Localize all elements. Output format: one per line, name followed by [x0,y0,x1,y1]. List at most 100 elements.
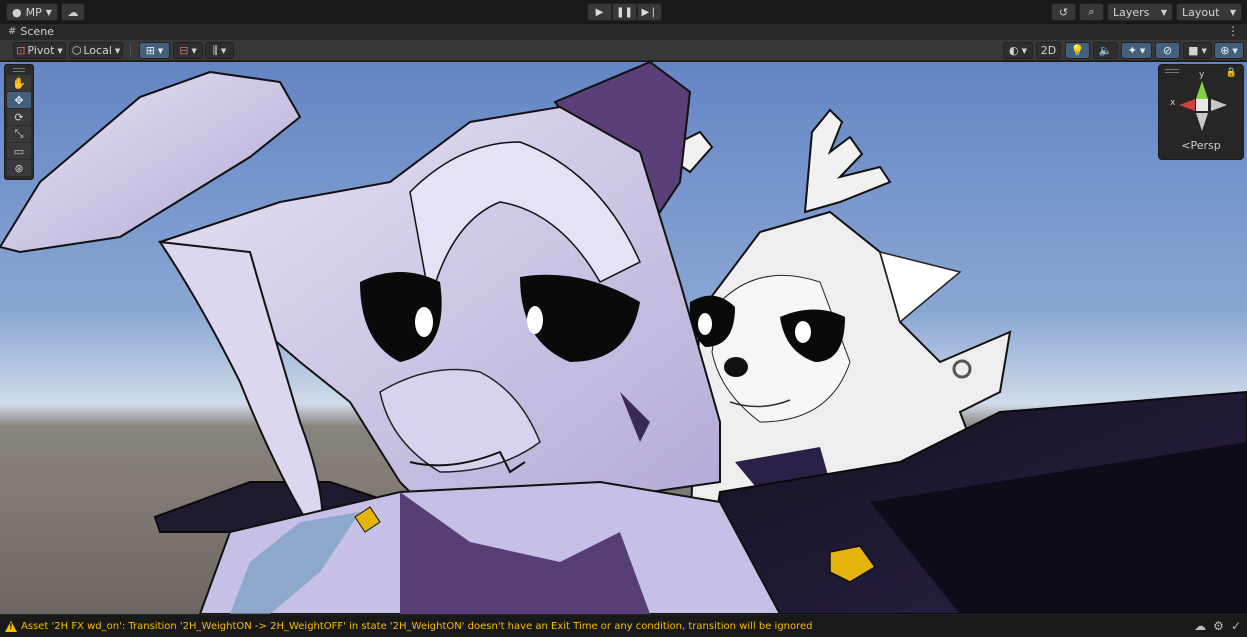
scale-tool[interactable]: ⤡ [7,126,31,142]
step-icon: ▶❘ [641,6,658,18]
scale-icon: ⤡ [14,127,24,140]
draw-mode-button[interactable]: ◐ ▼ [1003,42,1033,59]
grid-icon: # [8,26,17,37]
persp-toggle[interactable]: <Persp [1159,139,1243,152]
lightbulb-icon: 💡 [1070,44,1085,57]
y-axis-cone[interactable] [1196,81,1208,99]
mode-2d-button[interactable]: 2D [1036,42,1061,59]
layout-dropdown[interactable]: Layout ▼ [1176,3,1242,21]
top-toolbar: ● MP ▼ ☁ ▶ ❚❚ ▶❘ ↺ ⌕ Layers ▼ Layout ▼ [0,0,1247,24]
chevron-down-icon: ▼ [220,46,227,55]
chevron-down-icon: ▼ [1139,46,1146,55]
eye-slash-icon: ⊘ [1162,44,1173,57]
scene-render [0,62,1247,614]
transform-icon: ⊛ [14,161,24,175]
account-label: MP [25,5,42,19]
camera-button[interactable]: ■ ▼ [1183,42,1212,59]
play-button[interactable]: ▶ [587,3,612,21]
drag-handle[interactable] [13,68,25,72]
tool-palette: ✋ ✥ ⟳ ⤡ ▭ ⊛ [4,64,34,180]
gizmo-icon: ⊕ [1220,44,1230,57]
layout-label: Layout [1182,5,1220,19]
pivot-dropdown[interactable]: ⊡ Pivot ▼ [13,42,66,59]
more-menu-icon[interactable]: ⋮ [1227,24,1239,38]
grid-snap-icon: ⊞ [145,44,155,57]
align-button[interactable]: ⫼ ▼ [205,42,234,59]
chevron-down-icon: ▼ [1229,7,1236,17]
grid-snap-button[interactable]: ⊞ ▼ [139,42,170,59]
audio-button[interactable]: 🔈 [1093,42,1118,59]
hidden-objects-button[interactable]: ⊘ [1155,42,1180,59]
effects-icon: ✦ [1127,44,1137,57]
chevron-down-icon: ▼ [57,46,63,55]
divider [130,44,131,57]
layers-dropdown[interactable]: Layers ▼ [1107,3,1173,21]
transform-tool[interactable]: ⊛ [7,160,31,176]
account-icon: ● [12,5,22,19]
warning-icon [5,620,17,632]
chevron-down-icon: ▼ [1232,46,1238,55]
chevron-down-icon: ▼ [114,46,121,55]
hand-icon: ✋ [12,76,26,90]
chevron-down-icon: ▼ [1160,7,1167,17]
local-label: Local [83,44,112,57]
cube-icon: ⬡ [71,44,82,57]
gizmos-button[interactable]: ⊕ ▼ [1214,42,1244,59]
chevron-down-icon: ▼ [45,7,52,17]
layers-label: Layers [1113,5,1150,19]
scene-tab-label: Scene [20,25,54,38]
scene-tab-bar: # Scene ⋮ [0,24,1247,40]
rotate-icon: ⟳ [14,110,24,124]
x-axis-label: x [1170,98,1176,108]
x-axis-cone[interactable] [1179,99,1195,111]
status-icons: ☁ ⚙ ✓ [1194,619,1241,633]
tab-scene[interactable]: # Scene [8,25,54,38]
pivot-icon: ⊡ [16,44,26,57]
local-dropdown[interactable]: ⬡ Local ▼ [69,42,123,59]
account-dropdown[interactable]: ● MP ▼ [6,3,58,21]
rotate-tool[interactable]: ⟳ [7,109,31,125]
lighting-button[interactable]: 💡 [1065,42,1090,59]
increment-snap-button[interactable]: ⊟ ▼ [173,42,203,59]
settings-icon[interactable]: ⚙ [1213,619,1224,633]
scene-toolbar: ⊡ Pivot ▼ ⬡ Local ▼ ⊞ ▼ ⊟ ▼ ⫼ ▼ ◐ ▼ 2D 💡 🔈 ✦… [0,40,1247,61]
scene-viewport[interactable] [0,62,1247,614]
play-icon: ▶ [595,6,604,18]
align-icon: ⫼ [212,43,218,57]
rect-icon: ▭ [13,144,25,158]
rect-tool[interactable]: ▭ [7,143,31,159]
hand-tool[interactable]: ✋ [7,75,31,91]
neg-y-axis-cone[interactable] [1196,113,1208,131]
search-icon: ⌕ [1088,5,1095,18]
y-axis-label: y [1199,70,1205,80]
history-icon: ↺ [1058,5,1069,19]
cloud-button[interactable]: ☁ [61,3,85,21]
playmode-controls: ▶ ❚❚ ▶❘ [587,3,662,21]
center-cube[interactable] [1196,99,1208,111]
cloud-icon: ☁ [67,5,79,19]
effects-button[interactable]: ✦ ▼ [1121,42,1152,59]
camera-icon: ■ [1188,44,1199,57]
status-bar: Asset '2H FX wd_on': Transition '2H_Weig… [0,614,1247,637]
step-button[interactable]: ▶❘ [637,3,662,21]
check-icon[interactable]: ✓ [1231,619,1241,633]
move-tool[interactable]: ✥ [7,92,31,108]
move-icon: ✥ [14,93,24,107]
search-button[interactable]: ⌕ [1079,3,1104,21]
cloud-icon[interactable]: ☁ [1194,619,1206,633]
chevron-down-icon: ▼ [1201,46,1207,55]
chevron-down-icon: ▼ [157,46,164,55]
pause-button[interactable]: ❚❚ [612,3,637,21]
chevron-down-icon: ▼ [191,46,197,55]
console-message[interactable]: Asset '2H FX wd_on': Transition '2H_Weig… [21,621,813,632]
shading-icon: ◐ [1009,44,1019,57]
increment-snap-icon: ⊟ [179,44,189,57]
history-button[interactable]: ↺ [1051,3,1076,21]
chevron-down-icon: ▼ [1021,46,1027,55]
mode-2d-label: 2D [1040,44,1057,57]
speaker-icon: 🔈 [1098,44,1113,57]
pause-icon: ❚❚ [616,6,633,18]
neg-x-axis-cone[interactable] [1211,99,1227,111]
pivot-label: Pivot [27,44,55,57]
orientation-gizmo[interactable]: 🔒 y x <Persp [1158,64,1244,160]
